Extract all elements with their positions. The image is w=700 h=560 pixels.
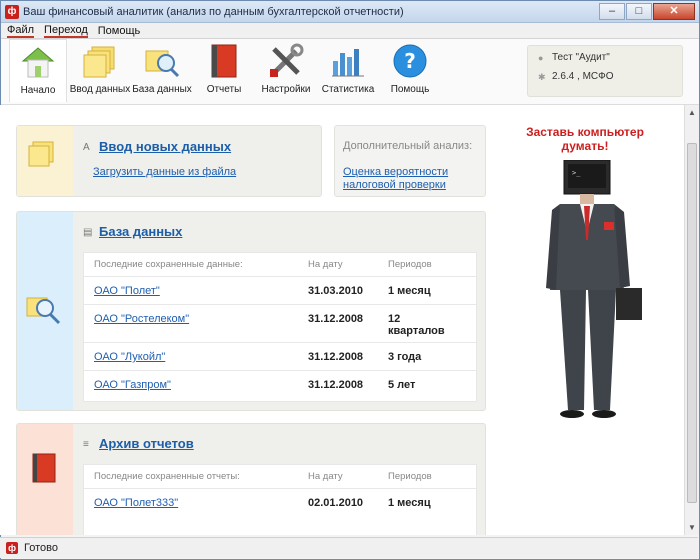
column-header: Периодов — [388, 471, 432, 482]
toolbar-reports-button[interactable]: Отчеты — [195, 39, 253, 101]
periods-cell: 1 месяц — [388, 285, 431, 297]
list-icon: ≡ — [83, 439, 89, 450]
toolbar-home-button[interactable]: Начало — [9, 39, 67, 102]
report-link[interactable]: ОАО "Полет333" — [84, 497, 308, 509]
app-logo-icon: ф — [6, 542, 18, 554]
toolbar-statistics-button[interactable]: Статистика — [319, 39, 377, 101]
scroll-up-arrow-icon[interactable]: ▲ — [685, 105, 699, 120]
toolbar-settings-button[interactable]: Настройки — [257, 39, 315, 101]
table-row: ОАО "Полет333" 02.01.2010 1 месяц — [84, 489, 476, 517]
date-cell: 31.12.2008 — [308, 351, 364, 363]
toolbar: Начало Ввод данных База данных Отчеты На… — [1, 39, 699, 105]
close-button[interactable]: ✕ — [653, 3, 695, 20]
scroll-thumb[interactable] — [687, 143, 697, 503]
gear-icon: ✱ — [538, 71, 546, 82]
toolbar-database-label: База данных — [132, 84, 192, 95]
main-content: A Ввод новых данных Загрузить данные из … — [0, 105, 684, 535]
notes-icon — [82, 43, 118, 79]
status-text: Готово — [24, 542, 58, 554]
tax-check-link-line2[interactable]: налоговой проверки — [343, 179, 446, 191]
periods-cell: 12 кварталов — [388, 313, 445, 337]
book-icon — [32, 453, 56, 483]
tax-check-link[interactable]: Оценка вероятности — [343, 166, 448, 178]
column-header: Последние сохраненные отчеты: — [94, 471, 240, 482]
scroll-down-arrow-icon[interactable]: ▼ — [685, 520, 699, 535]
archive-panel-title[interactable]: Архив отчетов — [99, 436, 194, 451]
company-link[interactable]: ОАО "Ростелеком" — [84, 313, 308, 325]
notes-icon — [28, 141, 54, 167]
load-from-file-link[interactable]: Загрузить данные из файла — [93, 166, 236, 178]
archive-panel: ≡ Архив отчетов Последние сохраненные от… — [16, 423, 486, 535]
app-logo-icon: ф — [5, 4, 19, 19]
database-search-icon — [144, 43, 180, 79]
table-row: ОАО "Ростелеком" 31.12.2008 12 кварталов — [84, 305, 476, 343]
column-header: На дату — [308, 471, 343, 482]
menu-help[interactable]: Помощь — [98, 25, 141, 37]
svg-text:>_: >_ — [572, 169, 581, 177]
database-table: Последние сохраненные данные: На дату Пе… — [83, 252, 477, 402]
help-icon: ? — [392, 43, 428, 79]
title-bar: ф Ваш финансовый аналитик (анализ по дан… — [1, 1, 699, 23]
menu-bar: Файл Переход Помощь — [1, 23, 699, 39]
extra-analysis-title: Дополнительный анализ: — [343, 140, 473, 152]
document-icon: ▤ — [83, 227, 93, 238]
svg-text:?: ? — [404, 49, 416, 73]
user-info-box: ● Тест "Аудит" ✱ 2.6.4 , МСФО — [527, 45, 683, 97]
user-name: Тест "Аудит" — [552, 52, 610, 63]
businessman-computer-head-image: >_ — [546, 160, 642, 418]
input-panel: A Ввод новых данных Загрузить данные из … — [16, 125, 322, 197]
archive-table: Последние сохраненные отчеты: На дату Пе… — [83, 464, 477, 535]
column-header: Периодов — [388, 259, 432, 270]
database-search-icon — [26, 297, 61, 325]
user-icon: ● — [538, 52, 544, 63]
window-title: Ваш финансовый аналитик (анализ по данны… — [23, 5, 404, 18]
date-cell: 31.03.2010 — [308, 285, 364, 297]
database-panel-title[interactable]: База данных — [99, 224, 182, 239]
book-icon — [206, 43, 242, 79]
periods-cell: 3 года — [388, 351, 422, 363]
extra-analysis-panel: Дополнительный анализ: Оценка вероятност… — [334, 125, 486, 197]
promo-title: Заставь компьютер думать! — [520, 125, 650, 153]
app-version: 2.6.4 , МСФО — [552, 71, 614, 82]
table-header: Последние сохраненные данные: На дату Пе… — [84, 253, 476, 277]
text-icon: A — [83, 142, 90, 153]
periods-cell: 5 лет — [388, 379, 416, 391]
vertical-scrollbar[interactable]: ▲ ▼ — [684, 105, 699, 535]
company-link[interactable]: ОАО "Газпром" — [84, 379, 308, 391]
minimize-button[interactable]: – — [599, 3, 625, 20]
database-panel: ▤ База данных Последние сохраненные данн… — [16, 211, 486, 411]
toolbar-settings-label: Настройки — [261, 84, 311, 95]
company-link[interactable]: ОАО "Лукойл" — [84, 351, 308, 363]
date-cell: 31.12.2008 — [308, 379, 364, 391]
toolbar-home-label: Начало — [20, 85, 56, 96]
date-cell: 02.01.2010 — [308, 497, 364, 509]
chart-icon — [330, 43, 366, 79]
table-header: Последние сохраненные отчеты: На дату Пе… — [84, 465, 476, 489]
toolbar-statistics-label: Статистика — [321, 84, 375, 95]
tools-icon — [268, 43, 304, 79]
column-header: На дату — [308, 259, 343, 270]
toolbar-help-label: Помощь — [390, 84, 430, 95]
date-cell: 31.12.2008 — [308, 313, 364, 325]
column-header: Последние сохраненные данные: — [94, 259, 243, 270]
company-link[interactable]: ОАО "Полет" — [84, 285, 308, 297]
maximize-button[interactable]: □ — [626, 3, 652, 20]
toolbar-input-button[interactable]: Ввод данных — [69, 39, 131, 101]
toolbar-reports-label: Отчеты — [206, 84, 242, 95]
input-panel-title[interactable]: Ввод новых данных — [99, 139, 231, 154]
table-row: ОАО "Газпром" 31.12.2008 5 лет — [84, 371, 476, 399]
promo-line-1: Заставь компьютер — [526, 125, 644, 139]
toolbar-database-button[interactable]: База данных — [132, 39, 192, 101]
menu-file[interactable]: Файл — [7, 24, 35, 38]
status-bar: ф Готово — [0, 537, 698, 558]
promo-line-2: думать! — [561, 139, 609, 153]
menu-navigate[interactable]: Переход — [44, 24, 88, 38]
home-icon — [20, 44, 56, 80]
periods-cell: 1 месяц — [388, 497, 431, 509]
toolbar-help-button[interactable]: ? Помощь — [381, 39, 439, 101]
toolbar-input-label: Ввод данных — [69, 84, 131, 95]
table-row: ОАО "Полет" 31.03.2010 1 месяц — [84, 277, 476, 305]
table-row: ОАО "Лукойл" 31.12.2008 3 года — [84, 343, 476, 371]
